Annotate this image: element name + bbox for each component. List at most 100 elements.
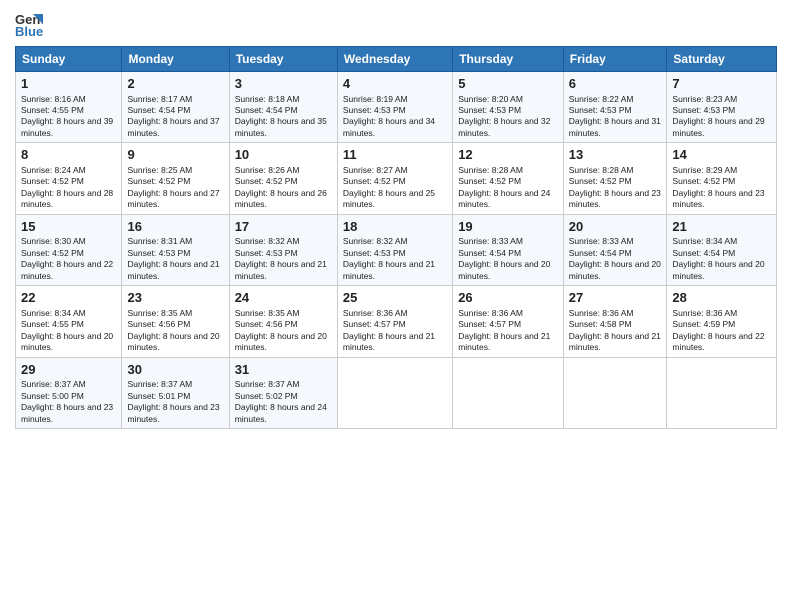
daylight-label: Daylight: 8 hours and 20 minutes.	[672, 259, 764, 280]
sunset-label: Sunset: 4:53 PM	[672, 105, 735, 115]
sunset-label: Sunset: 4:58 PM	[569, 319, 632, 329]
daylight-label: Daylight: 8 hours and 31 minutes.	[569, 116, 661, 137]
table-row: 11Sunrise: 8:27 AMSunset: 4:52 PM Dayligh…	[337, 143, 452, 214]
day-number: 18	[343, 218, 447, 236]
sunrise-label: Sunrise: 8:20 AM	[458, 94, 523, 104]
table-row: 3Sunrise: 8:18 AMSunset: 4:54 PMDaylight…	[229, 72, 337, 143]
table-row	[667, 357, 777, 428]
table-row: 22Sunrise: 8:34 AMSunset: 4:55 PMDayligh…	[16, 286, 122, 357]
sunrise-label: Sunrise: 8:22 AM	[569, 94, 634, 104]
col-thursday: Thursday	[453, 47, 564, 72]
table-row: 20Sunrise: 8:33 AMSunset: 4:54 PMDayligh…	[563, 214, 667, 285]
daylight-label: Daylight: 8 hours and 39 minutes.	[21, 116, 113, 137]
day-number: 7	[672, 75, 771, 93]
sunset-label: Sunset: 4:54 PM	[127, 105, 190, 115]
sunset-label: Sunset: 4:57 PM	[343, 319, 406, 329]
svg-text:Blue: Blue	[15, 24, 43, 38]
table-row: 25Sunrise: 8:36 AMSunset: 4:57 PM Dayligh…	[337, 286, 452, 357]
sunset-label: Sunset: 4:56 PM	[127, 319, 190, 329]
sunset-label: Sunset: 4:53 PM	[458, 105, 521, 115]
day-number: 17	[235, 218, 332, 236]
sunrise-label: Sunrise: 8:36 AM	[672, 308, 737, 318]
sunset-label: Sunset: 4:56 PM	[235, 319, 298, 329]
sunrise-label: Sunrise: 8:36 AM	[343, 308, 408, 318]
daylight-label: Daylight: 8 hours and 21 minutes.	[127, 259, 219, 280]
table-row: 18Sunrise: 8:32 AMSunset: 4:53 PMDayligh…	[337, 214, 452, 285]
day-number: 10	[235, 146, 332, 164]
daylight-label: Daylight: 8 hours and 27 minutes.	[127, 188, 219, 209]
day-number: 1	[21, 75, 116, 93]
sunset-label: Sunset: 4:53 PM	[569, 105, 632, 115]
day-number: 11	[343, 146, 447, 164]
day-number: 19	[458, 218, 558, 236]
daylight-label: Daylight: 8 hours and 28 minutes.	[21, 188, 113, 209]
sunrise-label: Sunrise: 8:31 AM	[127, 236, 192, 246]
daylight-label: Daylight: 8 hours and 21 minutes.	[458, 331, 550, 352]
calendar-header-row: Sunday Monday Tuesday Wednesday Thursday…	[16, 47, 777, 72]
sunrise-label: Sunrise: 8:24 AM	[21, 165, 86, 175]
sunset-label: Sunset: 4:54 PM	[458, 248, 521, 258]
table-row: 24Sunrise: 8:35 AMSunset: 4:56 PMDayligh…	[229, 286, 337, 357]
sunset-label: Sunset: 4:55 PM	[21, 105, 84, 115]
sunset-label: Sunset: 4:53 PM	[127, 248, 190, 258]
sunset-label: Sunset: 4:52 PM	[458, 176, 521, 186]
col-monday: Monday	[122, 47, 229, 72]
calendar-week-row: 1Sunrise: 8:16 AMSunset: 4:55 PMDaylight…	[16, 72, 777, 143]
calendar-table: Sunday Monday Tuesday Wednesday Thursday…	[15, 46, 777, 429]
daylight-label: Daylight: 8 hours and 21 minutes.	[343, 331, 435, 352]
table-row: 29Sunrise: 8:37 AMSunset: 5:00 PMDayligh…	[16, 357, 122, 428]
daylight-label: Daylight: 8 hours and 25 minutes.	[343, 188, 435, 209]
sunset-label: Sunset: 5:01 PM	[127, 391, 190, 401]
col-saturday: Saturday	[667, 47, 777, 72]
sunrise-label: Sunrise: 8:33 AM	[458, 236, 523, 246]
day-number: 24	[235, 289, 332, 307]
table-row: 6Sunrise: 8:22 AMSunset: 4:53 PMDaylight…	[563, 72, 667, 143]
sunrise-label: Sunrise: 8:29 AM	[672, 165, 737, 175]
table-row: 17Sunrise: 8:32 AMSunset: 4:53 PMDayligh…	[229, 214, 337, 285]
sunset-label: Sunset: 4:54 PM	[569, 248, 632, 258]
sunset-label: Sunset: 4:53 PM	[343, 105, 406, 115]
table-row: 19Sunrise: 8:33 AM Sunset: 4:54 PMDayligh…	[453, 214, 564, 285]
calendar-week-row: 8Sunrise: 8:24 AMSunset: 4:52 PMDaylight…	[16, 143, 777, 214]
daylight-label: Daylight: 8 hours and 32 minutes.	[458, 116, 550, 137]
table-row	[453, 357, 564, 428]
day-number: 25	[343, 289, 447, 307]
table-row: 30Sunrise: 8:37 AMSunset: 5:01 PMDayligh…	[122, 357, 229, 428]
sunrise-label: Sunrise: 8:17 AM	[127, 94, 192, 104]
calendar-week-row: 15Sunrise: 8:30 AMSunset: 4:52 PMDayligh…	[16, 214, 777, 285]
sunset-label: Sunset: 4:59 PM	[672, 319, 735, 329]
daylight-label: Daylight: 8 hours and 20 minutes.	[127, 331, 219, 352]
col-friday: Friday	[563, 47, 667, 72]
daylight-label: Daylight: 8 hours and 20 minutes.	[569, 259, 661, 280]
day-number: 4	[343, 75, 447, 93]
logo-icon: General Blue	[15, 10, 43, 38]
sunrise-label: Sunrise: 8:25 AM	[127, 165, 192, 175]
page: General Blue Sunday Monday Tuesday Wedne…	[0, 0, 792, 612]
daylight-label: Daylight: 8 hours and 29 minutes.	[672, 116, 764, 137]
sunrise-label: Sunrise: 8:16 AM	[21, 94, 86, 104]
daylight-label: Daylight: 8 hours and 21 minutes.	[235, 259, 327, 280]
day-number: 23	[127, 289, 223, 307]
col-wednesday: Wednesday	[337, 47, 452, 72]
sunset-label: Sunset: 4:52 PM	[235, 176, 298, 186]
table-row: 7Sunrise: 8:23 AMSunset: 4:53 PMDaylight…	[667, 72, 777, 143]
table-row: 9Sunrise: 8:25 AMSunset: 4:52 PMDaylight…	[122, 143, 229, 214]
day-number: 13	[569, 146, 662, 164]
sunrise-label: Sunrise: 8:27 AM	[343, 165, 408, 175]
sunset-label: Sunset: 4:54 PM	[235, 105, 298, 115]
sunset-label: Sunset: 4:52 PM	[127, 176, 190, 186]
sunrise-label: Sunrise: 8:34 AM	[672, 236, 737, 246]
daylight-label: Daylight: 8 hours and 26 minutes.	[235, 188, 327, 209]
table-row: 10Sunrise: 8:26 AMSunset: 4:52 PMDayligh…	[229, 143, 337, 214]
daylight-label: Daylight: 8 hours and 23 minutes.	[672, 188, 764, 209]
day-number: 5	[458, 75, 558, 93]
table-row: 21Sunrise: 8:34 AMSunset: 4:54 PMDayligh…	[667, 214, 777, 285]
table-row: 16Sunrise: 8:31 AMSunset: 4:53 PMDayligh…	[122, 214, 229, 285]
sunrise-label: Sunrise: 8:33 AM	[569, 236, 634, 246]
sunset-label: Sunset: 4:52 PM	[343, 176, 406, 186]
daylight-label: Daylight: 8 hours and 23 minutes.	[21, 402, 113, 423]
table-row: 4Sunrise: 8:19 AMSunset: 4:53 PMDaylight…	[337, 72, 452, 143]
daylight-label: Daylight: 8 hours and 20 minutes.	[458, 259, 550, 280]
sunset-label: Sunset: 4:57 PM	[458, 319, 521, 329]
day-number: 28	[672, 289, 771, 307]
